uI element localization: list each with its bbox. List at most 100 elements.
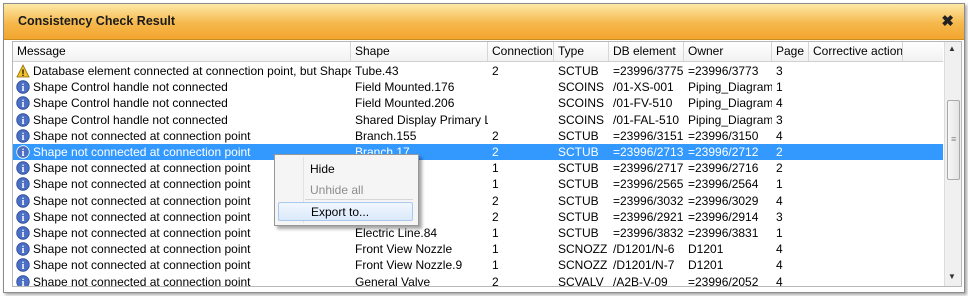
table-row[interactable]: i Shape Control handle not connected Share… [13, 112, 943, 128]
grid-header: Message Shape Connection Type DB element Owne… [13, 42, 943, 62]
col-connection-cell: 2 [492, 64, 499, 78]
col-message-cell: Shape Control handle not connected [33, 112, 228, 127]
col-connection-cell: 1 [492, 258, 499, 273]
col-message-cell: Shape not connected at connection point [33, 226, 251, 240]
svg-text:i: i [22, 164, 25, 175]
col-type-header[interactable]: Type [554, 42, 609, 61]
col-page-cell: 4 [776, 274, 783, 287]
col-page-cell: 4 [776, 242, 783, 257]
table-row[interactable]: i Shape not connected at connection point… [13, 241, 943, 257]
consistency-check-window: Consistency Check Result ✖ Message Shape C… [3, 3, 965, 293]
svg-text:i: i [22, 116, 25, 127]
col-db-element-cell: /D1201/N-6 [613, 242, 675, 257]
col-connection-cell [488, 79, 554, 95]
col-owner-cell: =23996/2052 [688, 274, 759, 287]
col-shape-cell: Electric Line.84 [355, 226, 438, 240]
col-message-cell: Shape not connected at connection point [33, 258, 251, 273]
table-row[interactable]: i Shape not connected at connection point… [13, 257, 943, 273]
col-message-cell: Shape not connected at connection point [33, 242, 251, 257]
col-connection-cell: 2 [492, 193, 499, 208]
info-icon: i [16, 210, 30, 224]
scroll-up-icon[interactable]: ▲ [948, 44, 956, 53]
menu-item-export-to[interactable]: Export to... [278, 202, 413, 221]
svg-text:i: i [22, 99, 25, 110]
svg-text:i: i [22, 229, 25, 240]
table-row[interactable]: i Shape Control handle not connected Field… [13, 79, 943, 95]
table-row[interactable]: i Shape not connected at connection point… [13, 225, 943, 241]
col-page-cell: 1 [776, 80, 783, 95]
col-connection-header[interactable]: Connection [488, 42, 554, 61]
col-page-cell: 4 [776, 193, 783, 208]
scroll-thumb[interactable]: ≡ [947, 100, 960, 180]
svg-text:i: i [22, 83, 25, 94]
col-message-cell: Shape not connected at connection point [33, 274, 251, 287]
col-db-element-cell: /01-XS-001 [613, 80, 674, 95]
info-icon: i [16, 145, 30, 159]
col-shape-cell: Branch.155 [355, 128, 417, 143]
info-icon: i [16, 96, 30, 110]
col-page-cell: 4 [776, 96, 783, 111]
table-row[interactable]: i Shape not connected at connection point… [13, 160, 943, 176]
scroll-down-icon[interactable]: ▼ [948, 272, 956, 281]
info-icon: i [16, 258, 30, 272]
table-row[interactable]: i Shape not connected at connection point… [13, 144, 943, 160]
col-connection-cell [488, 112, 554, 128]
col-corrective-action-header[interactable]: Corrective action [809, 42, 903, 61]
col-connection-cell: 1 [492, 226, 499, 240]
table-row[interactable]: i Shape not connected at connection point… [13, 193, 943, 209]
col-message-header[interactable]: Message [13, 42, 351, 61]
info-icon: i [16, 274, 30, 286]
table-row[interactable]: i Shape Control handle not connected Field… [13, 95, 943, 111]
col-db-element-cell: /A2B-V-09 [613, 274, 668, 287]
col-owner-cell: =23996/3150 [688, 128, 759, 143]
col-page-header[interactable]: Page [772, 42, 809, 61]
col-owner-cell: =23996/2564 [688, 177, 759, 192]
col-page-cell: 1 [776, 226, 783, 240]
table-row[interactable]: i Shape not connected at connection point… [13, 176, 943, 192]
col-type-cell: SCTUB [558, 209, 599, 224]
col-shape-cell: Tube.43 [355, 64, 399, 78]
col-type-cell: SCNOZZ [558, 242, 608, 257]
col-db-element-header[interactable]: DB element [609, 42, 684, 61]
col-shape-cell: Field Mounted.206 [355, 96, 455, 111]
col-owner-header[interactable]: Owner [684, 42, 772, 61]
table-row[interactable]: i Shape not connected at connection point… [13, 128, 943, 144]
svg-text:!: ! [22, 68, 25, 78]
col-db-element-cell: =23996/2921 [613, 209, 684, 224]
col-db-element-cell: /01-FV-510 [613, 96, 673, 111]
info-icon: i [16, 129, 30, 143]
table-row[interactable]: ! Database element connected at connectio… [13, 63, 943, 79]
info-icon: i [16, 226, 30, 240]
svg-text:i: i [22, 132, 25, 143]
table-row[interactable]: i Shape not connected at connection point… [13, 274, 943, 287]
col-owner-cell: D1201 [688, 242, 724, 257]
col-db-element-cell: /01-FAL-510 [613, 112, 680, 127]
col-owner-cell: =23996/2914 [688, 209, 759, 224]
col-message-cell: Shape Control handle not connected [33, 96, 228, 111]
col-db-element-cell: =23996/3151 [613, 128, 684, 143]
col-type-cell: SCTUB [558, 226, 599, 240]
col-shape-header[interactable]: Shape [351, 42, 488, 61]
col-type-cell: SCTUB [558, 161, 599, 176]
col-page-cell: 3 [776, 112, 783, 127]
warning-icon: ! [16, 64, 30, 78]
svg-text:i: i [22, 245, 25, 256]
col-type-cell: SCNOZZ [558, 258, 608, 273]
col-connection-cell: 2 [492, 128, 499, 143]
col-type-cell: SCTUB [558, 193, 599, 208]
col-page-cell: 2 [776, 145, 783, 159]
col-page-cell: 3 [776, 64, 783, 78]
window-title: Consistency Check Result [18, 14, 175, 28]
col-page-cell: 4 [776, 128, 783, 143]
info-icon: i [16, 80, 30, 94]
col-owner-cell: =23996/2712 [688, 145, 759, 159]
col-message-cell: Shape Control handle not connected [33, 80, 228, 95]
close-icon[interactable]: ✖ [941, 12, 954, 30]
menu-item-hide[interactable]: Hide [278, 160, 413, 179]
table-row[interactable]: i Shape not connected at connection point… [13, 209, 943, 225]
col-page-cell: 1 [776, 177, 783, 192]
vertical-scrollbar[interactable]: ▲ ≡ ▼ [944, 42, 961, 286]
svg-text:i: i [22, 213, 25, 224]
col-connection-cell: 1 [492, 161, 499, 176]
col-type-cell: SCTUB [558, 128, 599, 143]
